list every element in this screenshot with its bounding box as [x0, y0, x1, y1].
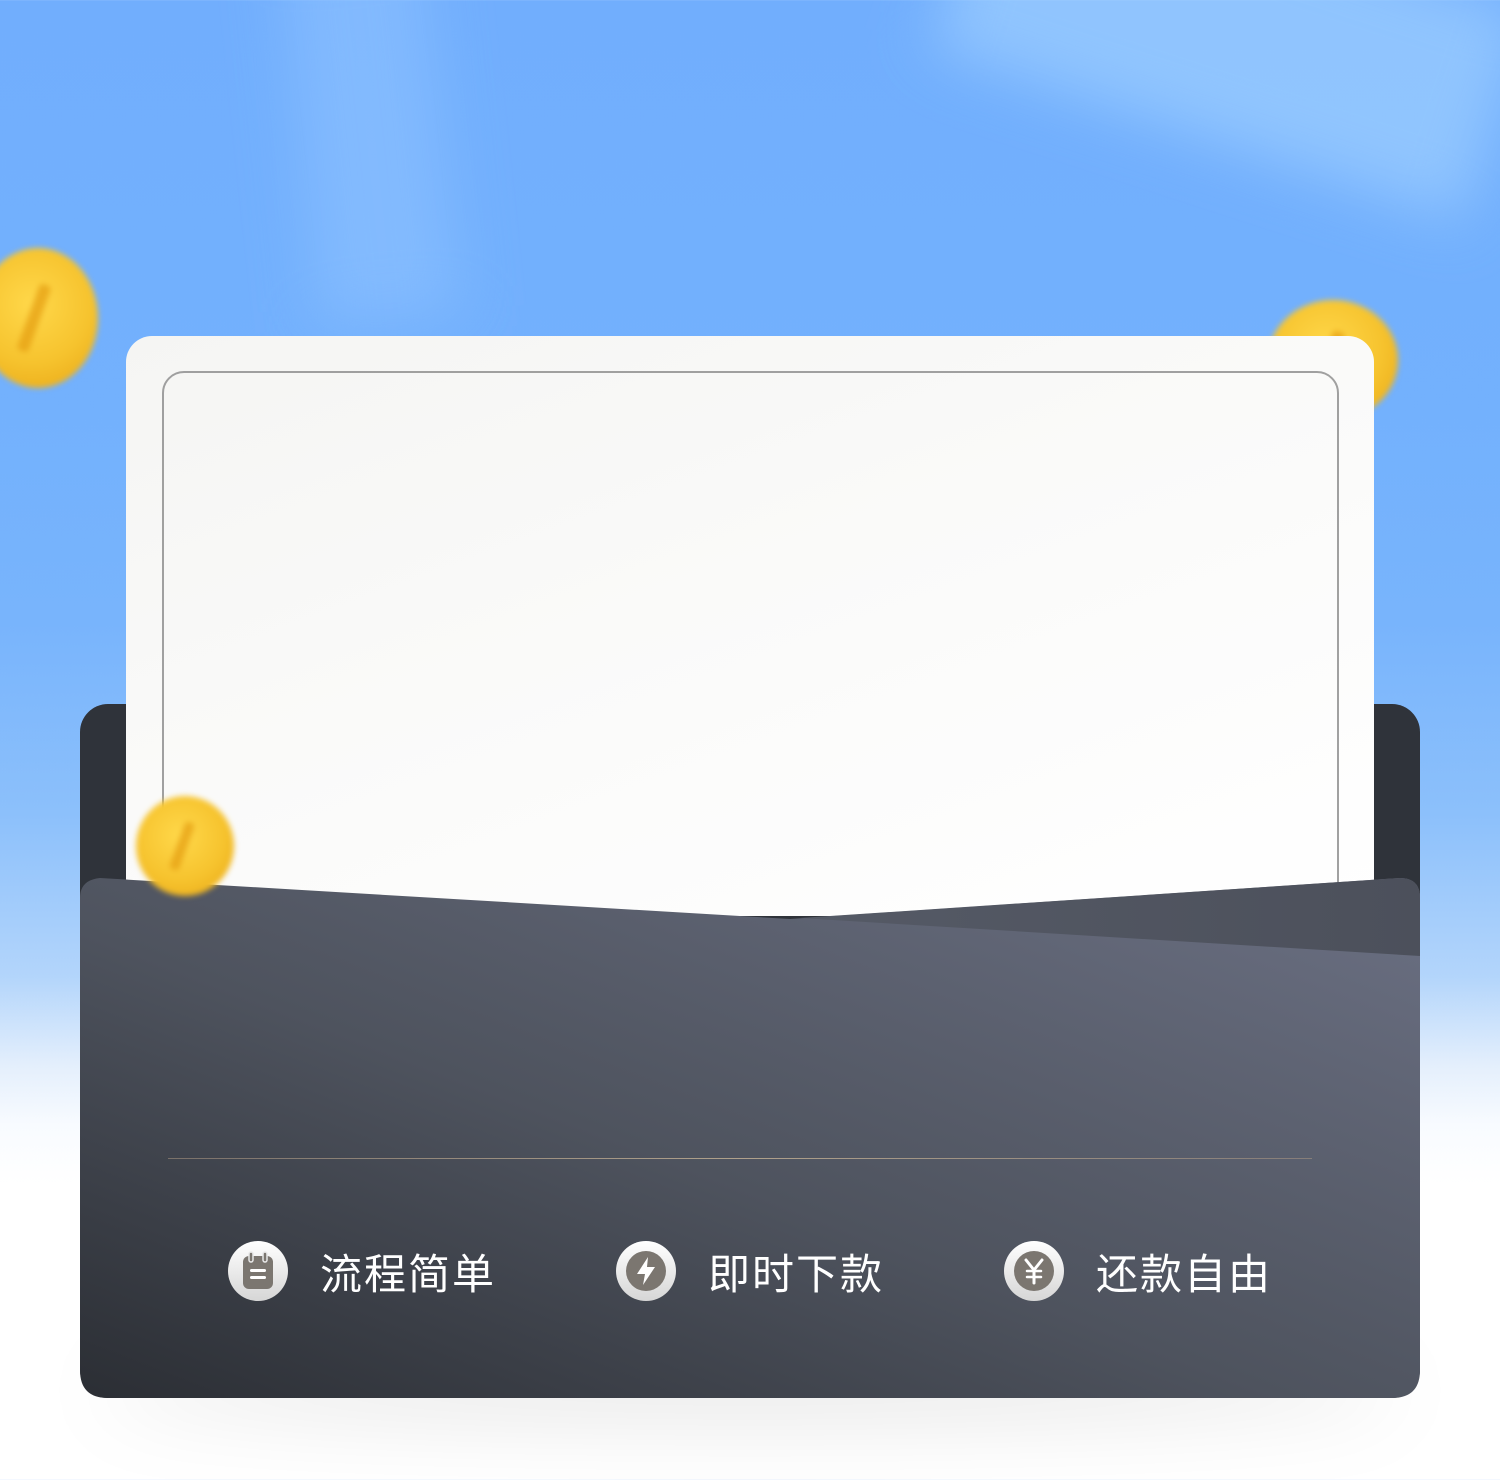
- yen-coin-icon: [1004, 1241, 1064, 1301]
- feature-label: 即时下款: [708, 1249, 885, 1299]
- wallet-pocket: [80, 878, 1420, 1398]
- pocket-divider: [168, 1158, 1312, 1159]
- clipboard-icon: [228, 1241, 288, 1301]
- loan-card: [126, 336, 1374, 926]
- feature-flexible-repayment: 还款自由: [1004, 1236, 1272, 1306]
- feature-list: 流程简单 即时下款 还款自由: [80, 1236, 1420, 1306]
- feature-label: 流程简单: [320, 1249, 497, 1299]
- lightning-icon: [616, 1241, 676, 1301]
- gold-coin-decoration: [136, 796, 234, 896]
- feature-label: 还款自由: [1096, 1249, 1273, 1299]
- sky-light-streak: [280, 0, 460, 327]
- feature-instant-loan: 即时下款: [616, 1236, 884, 1306]
- feature-simple-process: 流程简单: [228, 1236, 496, 1306]
- sky-light-streak: [929, 0, 1500, 222]
- gold-coin-decoration: [0, 248, 98, 388]
- card-inner-border: [162, 371, 1339, 926]
